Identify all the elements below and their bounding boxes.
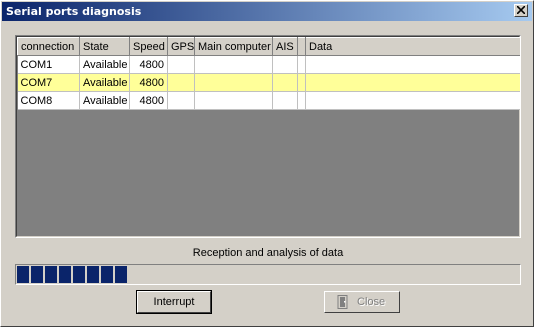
progress-block: [45, 266, 57, 283]
progress-block: [17, 266, 29, 283]
progress-block: [73, 266, 85, 283]
cell-blank: [297, 91, 306, 110]
cell-speed: 4800: [129, 91, 168, 110]
close-button-label: Close: [357, 296, 386, 308]
progress-block: [115, 266, 127, 283]
ports-table: connection State Speed GPS Main computer…: [17, 37, 520, 110]
cell-gps: [167, 73, 195, 92]
window-close-button[interactable]: [514, 4, 528, 17]
close-button[interactable]: Close: [324, 291, 400, 313]
cell-data: [305, 73, 520, 92]
cell-ais: [272, 73, 298, 92]
cell-state: Available: [79, 91, 130, 110]
column-header-data[interactable]: Data: [305, 37, 520, 56]
cell-connection: COM7: [17, 73, 80, 92]
cell-gps: [167, 55, 195, 74]
cell-connection: COM1: [17, 55, 80, 74]
cell-state: Available: [79, 73, 130, 92]
column-header-ais[interactable]: AIS: [272, 37, 298, 56]
column-header-connection[interactable]: connection: [17, 37, 80, 56]
window-title: Serial ports diagnosis: [6, 5, 142, 18]
progress-fill: [17, 266, 129, 283]
header-row: connection State Speed GPS Main computer…: [17, 37, 520, 56]
table-row-selected[interactable]: COM7 Available 4800: [17, 73, 520, 92]
column-header-blank[interactable]: [297, 37, 306, 56]
cell-ais: [272, 91, 298, 110]
column-header-main-computer[interactable]: Main computer: [194, 37, 273, 56]
cell-blank: [297, 73, 306, 92]
cell-ais: [272, 55, 298, 74]
cell-data: [305, 91, 520, 110]
progress-caption: Reception and analysis of data: [192, 247, 344, 259]
progress-bar: [15, 264, 521, 285]
interrupt-button[interactable]: Interrupt: [136, 290, 212, 314]
column-header-state[interactable]: State: [79, 37, 130, 56]
progress-block: [59, 266, 71, 283]
column-header-speed[interactable]: Speed: [129, 37, 168, 56]
progress-block: [101, 266, 113, 283]
table-row[interactable]: COM8 Available 4800: [17, 91, 520, 110]
column-header-gps[interactable]: GPS: [167, 37, 195, 56]
close-icon: [517, 6, 525, 14]
door-icon: [337, 295, 349, 316]
cell-speed: 4800: [129, 73, 168, 92]
cell-connection: COM8: [17, 91, 80, 110]
cell-gps: [167, 91, 195, 110]
cell-main-computer: [194, 73, 273, 92]
cell-speed: 4800: [129, 55, 168, 74]
progress-block: [87, 266, 99, 283]
cell-main-computer: [194, 91, 273, 110]
title-bar[interactable]: Serial ports diagnosis: [2, 2, 532, 21]
table-row[interactable]: COM1 Available 4800: [17, 55, 520, 74]
cell-data: [305, 55, 520, 74]
cell-main-computer: [194, 55, 273, 74]
cell-blank: [297, 55, 306, 74]
ports-grid[interactable]: connection State Speed GPS Main computer…: [15, 35, 521, 238]
serial-ports-window: Serial ports diagnosis connection State …: [0, 0, 534, 327]
progress-block: [31, 266, 43, 283]
cell-state: Available: [79, 55, 130, 74]
